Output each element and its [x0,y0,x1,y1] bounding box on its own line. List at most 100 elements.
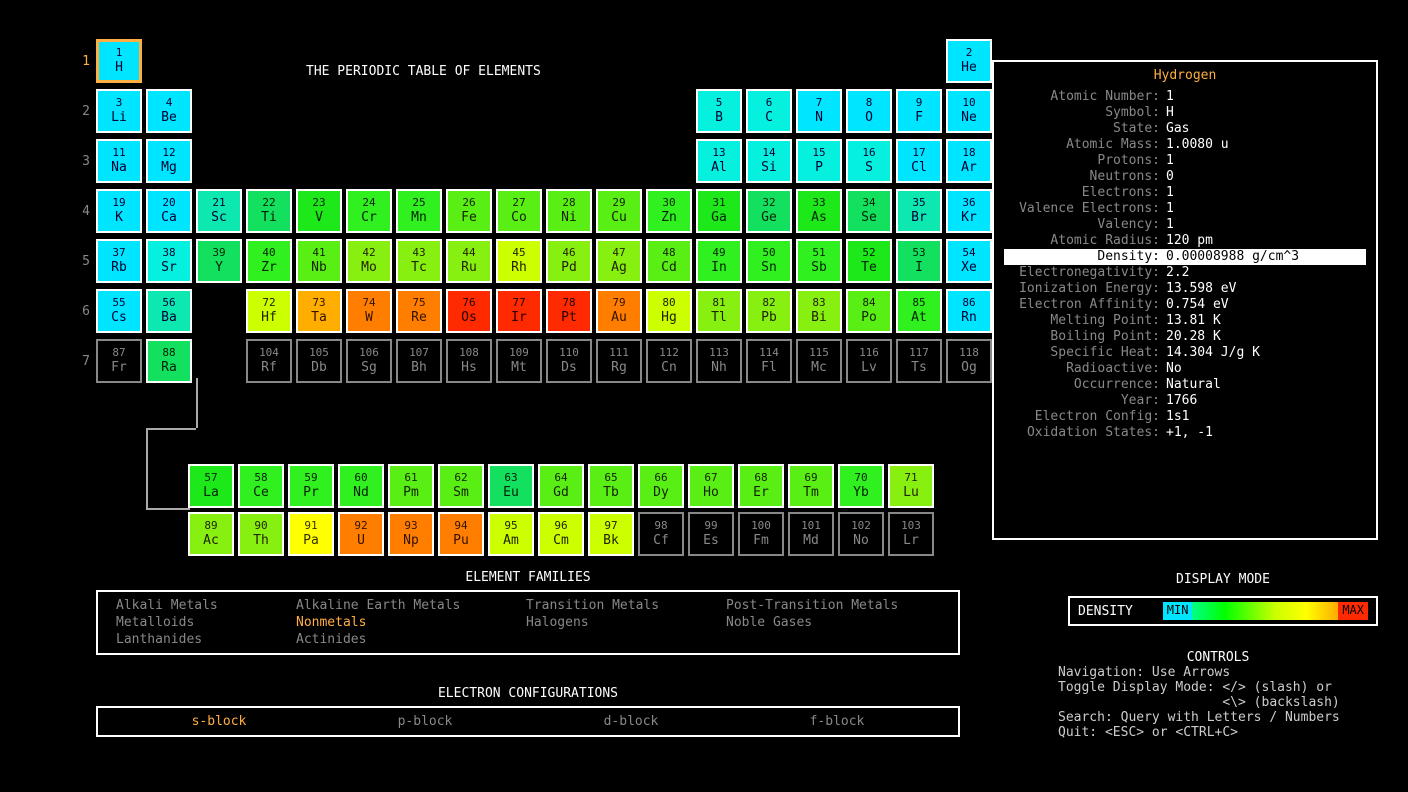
element-Pt[interactable]: 78Pt [546,289,592,333]
info-row-11[interactable]: Electronegativity:2.2 [1004,265,1366,281]
element-Zr[interactable]: 40Zr [246,239,292,283]
info-row-16[interactable]: Specific Heat:14.304 J/g K [1004,345,1366,361]
family-metalloids[interactable]: Metalloids [116,615,296,630]
info-row-4[interactable]: Protons:1 [1004,153,1366,169]
element-Mn[interactable]: 25Mn [396,189,442,233]
element-Tb[interactable]: 65Tb [588,464,634,508]
element-Ds[interactable]: 110Ds [546,339,592,383]
element-Th[interactable]: 90Th [238,512,284,556]
element-Ir[interactable]: 77Ir [496,289,542,333]
element-H[interactable]: 1H [96,39,142,83]
info-row-6[interactable]: Electrons:1 [1004,185,1366,201]
element-Lr[interactable]: 103Lr [888,512,934,556]
element-Co[interactable]: 27Co [496,189,542,233]
info-row-1[interactable]: Symbol:H [1004,105,1366,121]
element-Ca[interactable]: 20Ca [146,189,192,233]
element-K[interactable]: 19K [96,189,142,233]
config-s-block[interactable]: s-block [116,714,322,729]
element-Og[interactable]: 118Og [946,339,992,383]
element-Ac[interactable]: 89Ac [188,512,234,556]
element-Cl[interactable]: 17Cl [896,139,942,183]
family-halogens[interactable]: Halogens [526,615,726,630]
element-Am[interactable]: 95Am [488,512,534,556]
element-Nb[interactable]: 41Nb [296,239,342,283]
info-row-10[interactable]: Density:0.00008988 g/cm^3 [1004,249,1366,265]
element-Xe[interactable]: 54Xe [946,239,992,283]
element-Kr[interactable]: 36Kr [946,189,992,233]
element-Mt[interactable]: 109Mt [496,339,542,383]
element-Be[interactable]: 4Be [146,89,192,133]
element-Mc[interactable]: 115Mc [796,339,842,383]
element-F[interactable]: 9F [896,89,942,133]
element-As[interactable]: 33As [796,189,842,233]
element-Mo[interactable]: 42Mo [346,239,392,283]
element-Te[interactable]: 52Te [846,239,892,283]
element-Ag[interactable]: 47Ag [596,239,642,283]
element-Re[interactable]: 75Re [396,289,442,333]
element-Cm[interactable]: 96Cm [538,512,584,556]
element-Tm[interactable]: 69Tm [788,464,834,508]
element-Ts[interactable]: 117Ts [896,339,942,383]
element-Sg[interactable]: 106Sg [346,339,392,383]
element-Pd[interactable]: 46Pd [546,239,592,283]
element-C[interactable]: 6C [746,89,792,133]
element-Pu[interactable]: 94Pu [438,512,484,556]
element-Os[interactable]: 76Os [446,289,492,333]
element-Np[interactable]: 93Np [388,512,434,556]
element-Ta[interactable]: 73Ta [296,289,342,333]
element-Fm[interactable]: 100Fm [738,512,784,556]
info-row-0[interactable]: Atomic Number:1 [1004,89,1366,105]
info-row-8[interactable]: Valency:1 [1004,217,1366,233]
element-Ne[interactable]: 10Ne [946,89,992,133]
element-Db[interactable]: 105Db [296,339,342,383]
display-mode-panel[interactable]: DENSITY MIN MAX [1068,596,1378,626]
element-Au[interactable]: 79Au [596,289,642,333]
element-Pa[interactable]: 91Pa [288,512,334,556]
element-S[interactable]: 16S [846,139,892,183]
info-row-19[interactable]: Year:1766 [1004,393,1366,409]
element-Md[interactable]: 101Md [788,512,834,556]
element-Ru[interactable]: 44Ru [446,239,492,283]
element-Dy[interactable]: 66Dy [638,464,684,508]
element-Ti[interactable]: 22Ti [246,189,292,233]
element-Rf[interactable]: 104Rf [246,339,292,383]
element-P[interactable]: 15P [796,139,842,183]
info-row-14[interactable]: Melting Point:13.81 K [1004,313,1366,329]
element-Ga[interactable]: 31Ga [696,189,742,233]
element-Gd[interactable]: 64Gd [538,464,584,508]
config-f-block[interactable]: f-block [734,714,940,729]
element-Na[interactable]: 11Na [96,139,142,183]
element-Fr[interactable]: 87Fr [96,339,142,383]
element-Si[interactable]: 14Si [746,139,792,183]
element-Se[interactable]: 34Se [846,189,892,233]
element-Pm[interactable]: 61Pm [388,464,434,508]
family-nonmetals[interactable]: Nonmetals [296,615,526,630]
element-Rh[interactable]: 45Rh [496,239,542,283]
element-At[interactable]: 85At [896,289,942,333]
info-row-5[interactable]: Neutrons:0 [1004,169,1366,185]
element-Nh[interactable]: 113Nh [696,339,742,383]
element-Tc[interactable]: 43Tc [396,239,442,283]
info-row-2[interactable]: State:Gas [1004,121,1366,137]
element-Fl[interactable]: 114Fl [746,339,792,383]
family-lanthanides[interactable]: Lanthanides [116,632,296,647]
element-I[interactable]: 53I [896,239,942,283]
info-row-17[interactable]: Radioactive:No [1004,361,1366,377]
element-Po[interactable]: 84Po [846,289,892,333]
element-Li[interactable]: 3Li [96,89,142,133]
element-Yb[interactable]: 70Yb [838,464,884,508]
element-U[interactable]: 92U [338,512,384,556]
info-row-20[interactable]: Electron Config:1s1 [1004,409,1366,425]
element-Rg[interactable]: 111Rg [596,339,642,383]
element-Lv[interactable]: 116Lv [846,339,892,383]
element-Ba[interactable]: 56Ba [146,289,192,333]
element-Al[interactable]: 13Al [696,139,742,183]
element-Zn[interactable]: 30Zn [646,189,692,233]
element-Ho[interactable]: 67Ho [688,464,734,508]
element-Bi[interactable]: 83Bi [796,289,842,333]
info-row-18[interactable]: Occurrence:Natural [1004,377,1366,393]
element-La[interactable]: 57La [188,464,234,508]
info-row-15[interactable]: Boiling Point:20.28 K [1004,329,1366,345]
element-Bk[interactable]: 97Bk [588,512,634,556]
element-Rn[interactable]: 86Rn [946,289,992,333]
